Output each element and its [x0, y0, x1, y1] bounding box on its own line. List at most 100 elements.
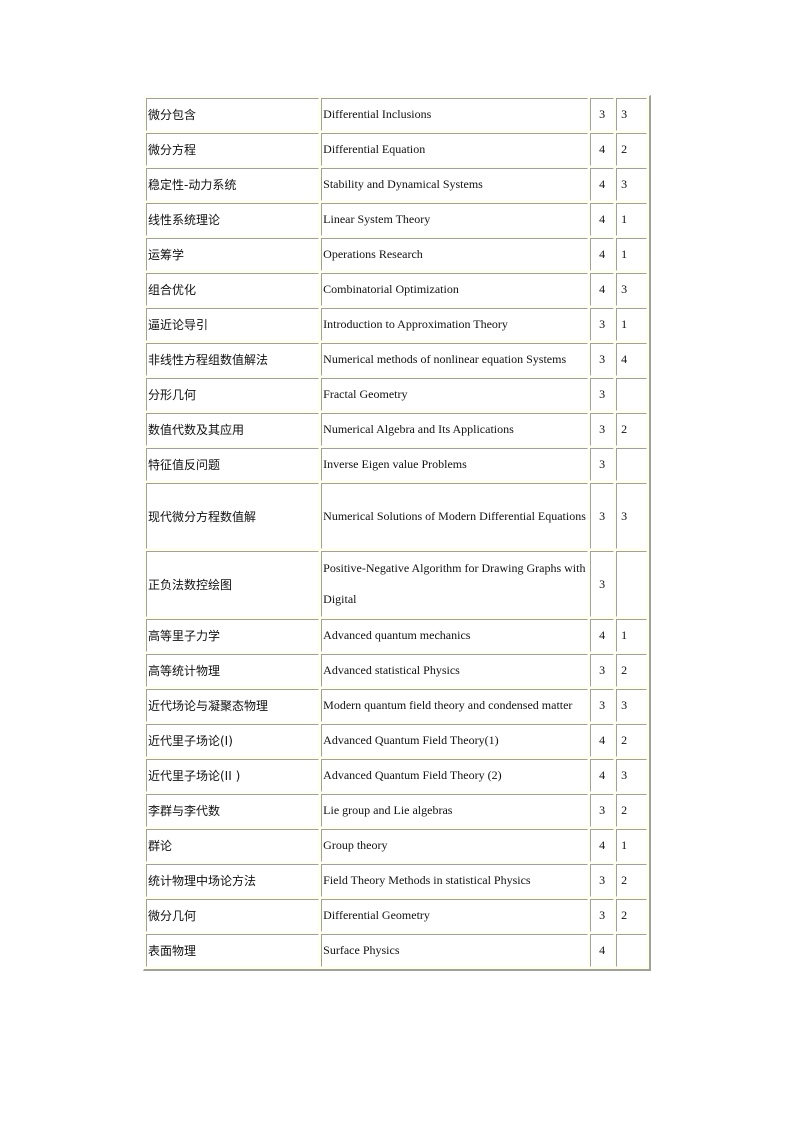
credit-hours-cell: 3	[590, 864, 615, 897]
table-row: 统计物理中场论方法 Field Theory Methods in statist…	[146, 864, 647, 897]
course-level-cell	[616, 551, 647, 617]
course-name-chinese: 特征值反问题	[148, 458, 221, 472]
table-row: 群论 Group theory 4 1	[146, 829, 647, 862]
course-name-english-cell: Operations Research	[321, 238, 589, 271]
course-name-english: Differential Geometry	[323, 908, 430, 922]
course-name-english-cell: Inverse Eigen value Problems	[321, 448, 589, 481]
credit-hours: 4	[599, 142, 606, 156]
course-level: 2	[621, 908, 628, 922]
course-level: 2	[621, 803, 628, 817]
course-name-english-cell: Lie group and Lie algebras	[321, 794, 589, 827]
course-level-cell	[616, 448, 647, 481]
course-name-english-cell: Differential Geometry	[321, 899, 589, 932]
course-name-chinese: 微分包含	[148, 108, 197, 122]
table-row: 近代里子场论(II ) Advanced Quantum Field Theory…	[146, 759, 647, 792]
credit-hours-cell: 4	[590, 238, 615, 271]
course-level: 2	[621, 663, 628, 677]
credit-hours-cell: 4	[590, 724, 615, 757]
credit-hours-cell: 4	[590, 759, 615, 792]
credit-hours: 3	[599, 698, 606, 712]
course-name-chinese: 运筹学	[148, 248, 185, 262]
course-name-english: Numerical methods of nonlinear equation …	[323, 352, 567, 366]
course-name-chinese: 统计物理中场论方法	[148, 874, 257, 888]
course-level: 3	[621, 698, 628, 712]
course-level-cell: 3	[616, 168, 647, 201]
course-name-chinese: 高等里子力学	[148, 629, 221, 643]
table-row: 运筹学 Operations Research 4 1	[146, 238, 647, 271]
course-name-english-cell: Field Theory Methods in statistical Phys…	[321, 864, 589, 897]
course-name-chinese-cell: 特征值反问题	[146, 448, 320, 481]
course-level: 2	[621, 733, 628, 747]
table-row: 逼近论导引 Introduction to Approximation Theor…	[146, 308, 647, 341]
course-name-chinese-cell: 微分包含	[146, 98, 320, 131]
credit-hours: 4	[599, 282, 606, 296]
course-level-cell: 2	[616, 654, 647, 687]
table-row: 现代微分方程数值解 Numerical Solutions of Modern D…	[146, 483, 647, 549]
course-table: 微分包含 Differential Inclusions 3 3 微分方程 Differe…	[143, 95, 651, 971]
course-level: 3	[621, 508, 628, 523]
course-level: 3	[621, 107, 628, 121]
credit-hours: 3	[599, 576, 606, 591]
credit-hours-cell: 3	[590, 551, 615, 617]
course-name-chinese: 组合优化	[148, 283, 197, 297]
credit-hours: 4	[599, 733, 606, 747]
credit-hours: 4	[599, 628, 606, 642]
course-level-cell: 1	[616, 829, 647, 862]
course-level-cell: 2	[616, 724, 647, 757]
course-level-cell: 1	[616, 203, 647, 236]
course-level-cell: 2	[616, 794, 647, 827]
course-name-chinese: 高等统计物理	[148, 664, 221, 678]
course-level-cell: 2	[616, 864, 647, 897]
course-level-cell: 2	[616, 133, 647, 166]
credit-hours-cell: 3	[590, 483, 615, 549]
course-level: 1	[621, 628, 628, 642]
course-name-english-cell: Surface Physics	[321, 934, 589, 967]
table-row: 数值代数及其应用 Numerical Algebra and Its Applic…	[146, 413, 647, 446]
credit-hours-cell: 3	[590, 343, 615, 376]
course-name-english: Combinatorial Optimization	[323, 282, 459, 296]
course-name-english: Group theory	[323, 838, 388, 852]
credit-hours: 4	[599, 838, 606, 852]
course-name-english-cell: Modern quantum field theory and condense…	[321, 689, 589, 722]
credit-hours-cell: 4	[590, 168, 615, 201]
table-row: 近代里子场论(I) Advanced Quantum Field Theory(1…	[146, 724, 647, 757]
course-level-cell: 3	[616, 483, 647, 549]
course-level: 3	[621, 177, 628, 191]
course-name-chinese: 逼近论导引	[148, 318, 209, 332]
credit-hours: 4	[599, 768, 606, 782]
credit-hours-cell: 3	[590, 308, 615, 341]
course-name-english: Inverse Eigen value Problems	[323, 457, 467, 471]
credit-hours-cell: 3	[590, 654, 615, 687]
credit-hours: 3	[599, 508, 606, 523]
course-name-chinese-cell: 微分几何	[146, 899, 320, 932]
table-row: 稳定性-动力系统 Stability and Dynamical Systems 4…	[146, 168, 647, 201]
course-name-chinese-cell: 分形几何	[146, 378, 320, 411]
course-name-chinese-cell: 数值代数及其应用	[146, 413, 320, 446]
course-name-english-cell: Advanced Quantum Field Theory (2)	[321, 759, 589, 792]
course-name-chinese: 稳定性-动力系统	[148, 178, 237, 192]
course-name-chinese: 现代微分方程数值解	[148, 509, 257, 524]
course-name-chinese-cell: 现代微分方程数值解	[146, 483, 320, 549]
course-level-cell: 3	[616, 98, 647, 131]
course-name-english: Operations Research	[323, 247, 423, 261]
course-name-english: Differential Equation	[323, 142, 426, 156]
course-name-english: Introduction to Approximation Theory	[323, 317, 508, 331]
credit-hours-cell: 3	[590, 378, 615, 411]
course-name-chinese-cell: 群论	[146, 829, 320, 862]
credit-hours: 3	[599, 803, 606, 817]
course-name-chinese-cell: 近代里子场论(I)	[146, 724, 320, 757]
course-name-english: Numerical Solutions of Modern Differenti…	[323, 508, 586, 523]
course-name-chinese-cell: 李群与李代数	[146, 794, 320, 827]
course-name-chinese-cell: 近代里子场论(II )	[146, 759, 320, 792]
course-name-english-cell: Advanced Quantum Field Theory(1)	[321, 724, 589, 757]
course-name-chinese: 数值代数及其应用	[148, 423, 245, 437]
credit-hours: 3	[599, 107, 606, 121]
course-level: 1	[621, 317, 628, 331]
course-level-cell: 2	[616, 413, 647, 446]
course-level: 3	[621, 282, 628, 296]
course-name-chinese: 分形几何	[148, 388, 197, 402]
credit-hours: 3	[599, 352, 606, 366]
course-name-chinese: 微分方程	[148, 143, 197, 157]
course-name-chinese: 微分几何	[148, 909, 197, 923]
course-name-english-cell: Linear System Theory	[321, 203, 589, 236]
